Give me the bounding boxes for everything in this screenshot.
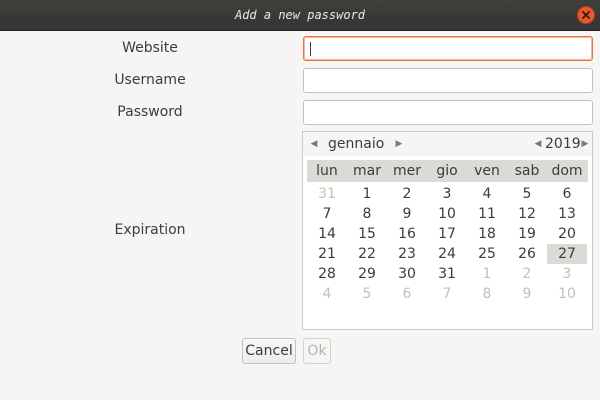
calendar-day-other-month[interactable]: 3 (547, 264, 587, 284)
calendar-day[interactable]: 2 (387, 184, 427, 204)
expiration-calendar[interactable]: ◀ gennaio ▶ ◀ 2019 ▶ lun mar mer gio ven… (302, 131, 593, 330)
password-label: Password (117, 104, 183, 120)
calendar-day-other-month[interactable]: 10 (547, 284, 587, 304)
arrow-right-icon: ▶ (395, 139, 403, 149)
prev-month-button[interactable]: ◀ (308, 138, 320, 150)
close-icon (582, 11, 590, 19)
calendar-day[interactable]: 28 (307, 264, 347, 284)
text-cursor (310, 42, 311, 56)
window-title: Add a new password (234, 8, 366, 22)
calendar-day-other-month[interactable]: 1 (467, 264, 507, 284)
weekday-name: gio (436, 163, 458, 179)
calendar-day-grid: 31 1 2 3 4 5 6 7 8 9 10 11 12 13 14 15 16 17 18 19 20 21 22 23 2… (307, 184, 588, 304)
calendar-day[interactable]: 19 (507, 224, 547, 244)
arrow-left-icon: ◀ (310, 139, 318, 149)
calendar-day[interactable]: 10 (427, 204, 467, 224)
calendar-day[interactable]: 1 (347, 184, 387, 204)
calendar-week: 28 29 30 31 1 2 3 (307, 264, 588, 284)
calendar-day[interactable]: 24 (427, 244, 467, 264)
arrow-right-icon: ▶ (581, 139, 589, 149)
calendar-week: 7 8 9 10 11 12 13 (307, 204, 588, 224)
calendar-day-other-month[interactable]: 31 (307, 184, 347, 204)
password-field-container[interactable] (303, 100, 593, 125)
next-month-button[interactable]: ▶ (393, 138, 405, 150)
weekday-name: ven (474, 163, 500, 179)
calendar-day[interactable]: 5 (507, 184, 547, 204)
calendar-day[interactable]: 23 (387, 244, 427, 264)
calendar-day[interactable]: 8 (347, 204, 387, 224)
next-year-button[interactable]: ▶ (579, 138, 591, 150)
expiration-label: Expiration (114, 222, 186, 238)
title-bar: Add a new password (0, 0, 600, 31)
calendar-day[interactable]: 25 (467, 244, 507, 264)
calendar-day-other-month[interactable]: 2 (507, 264, 547, 284)
calendar-day[interactable]: 13 (547, 204, 587, 224)
arrow-left-icon: ◀ (534, 139, 542, 149)
calendar-day[interactable]: 11 (467, 204, 507, 224)
calendar-day[interactable]: 4 (467, 184, 507, 204)
calendar-day[interactable]: 26 (507, 244, 547, 264)
calendar-day[interactable]: 3 (427, 184, 467, 204)
weekday-name: dom (551, 163, 583, 179)
website-input[interactable] (304, 37, 592, 60)
calendar-day[interactable]: 16 (387, 224, 427, 244)
calendar-week: 14 15 16 17 18 19 20 (307, 224, 588, 244)
calendar-day-other-month[interactable]: 9 (507, 284, 547, 304)
calendar-day[interactable]: 18 (467, 224, 507, 244)
website-field-container[interactable] (303, 36, 593, 61)
username-label: Username (114, 72, 186, 88)
calendar-week: 31 1 2 3 4 5 6 (307, 184, 588, 204)
calendar-day[interactable]: 29 (347, 264, 387, 284)
month-label: gennaio (328, 136, 385, 152)
calendar-day[interactable]: 12 (507, 204, 547, 224)
website-label: Website (122, 40, 178, 56)
calendar-day[interactable]: 22 (347, 244, 387, 264)
calendar-day[interactable]: 14 (307, 224, 347, 244)
calendar-day-selected[interactable]: 27 (547, 244, 587, 264)
calendar-day-other-month[interactable]: 4 (307, 284, 347, 304)
dialog-content: Website Username Password Expiration ◀ g… (0, 31, 600, 400)
ok-button[interactable]: Ok (303, 338, 331, 364)
weekday-name: mer (392, 163, 421, 179)
username-field-container[interactable] (303, 68, 593, 93)
calendar-day[interactable]: 7 (307, 204, 347, 224)
cancel-button[interactable]: Cancel (242, 338, 296, 364)
weekday-name: sab (514, 163, 540, 179)
calendar-day[interactable]: 17 (427, 224, 467, 244)
calendar-day-other-month[interactable]: 5 (347, 284, 387, 304)
password-input[interactable] (304, 101, 592, 124)
calendar-day-other-month[interactable]: 8 (467, 284, 507, 304)
weekday-name: lun (316, 163, 338, 179)
calendar-day[interactable]: 9 (387, 204, 427, 224)
calendar-day-other-month[interactable]: 7 (427, 284, 467, 304)
weekday-header: lun mar mer gio ven sab dom (307, 160, 588, 182)
calendar-day[interactable]: 15 (347, 224, 387, 244)
prev-year-button[interactable]: ◀ (532, 138, 544, 150)
year-label: 2019 (545, 136, 581, 152)
username-input[interactable] (304, 69, 592, 92)
close-button[interactable] (577, 6, 595, 24)
calendar-day-other-month[interactable]: 6 (387, 284, 427, 304)
calendar-day[interactable]: 6 (547, 184, 587, 204)
calendar-week: 4 5 6 7 8 9 10 (307, 284, 588, 304)
weekday-name: mar (353, 163, 381, 179)
calendar-day[interactable]: 31 (427, 264, 467, 284)
calendar-day[interactable]: 30 (387, 264, 427, 284)
calendar-header: ◀ gennaio ▶ ◀ 2019 ▶ (303, 132, 592, 156)
calendar-day[interactable]: 21 (307, 244, 347, 264)
calendar-day[interactable]: 20 (547, 224, 587, 244)
calendar-week: 21 22 23 24 25 26 27 (307, 244, 588, 264)
